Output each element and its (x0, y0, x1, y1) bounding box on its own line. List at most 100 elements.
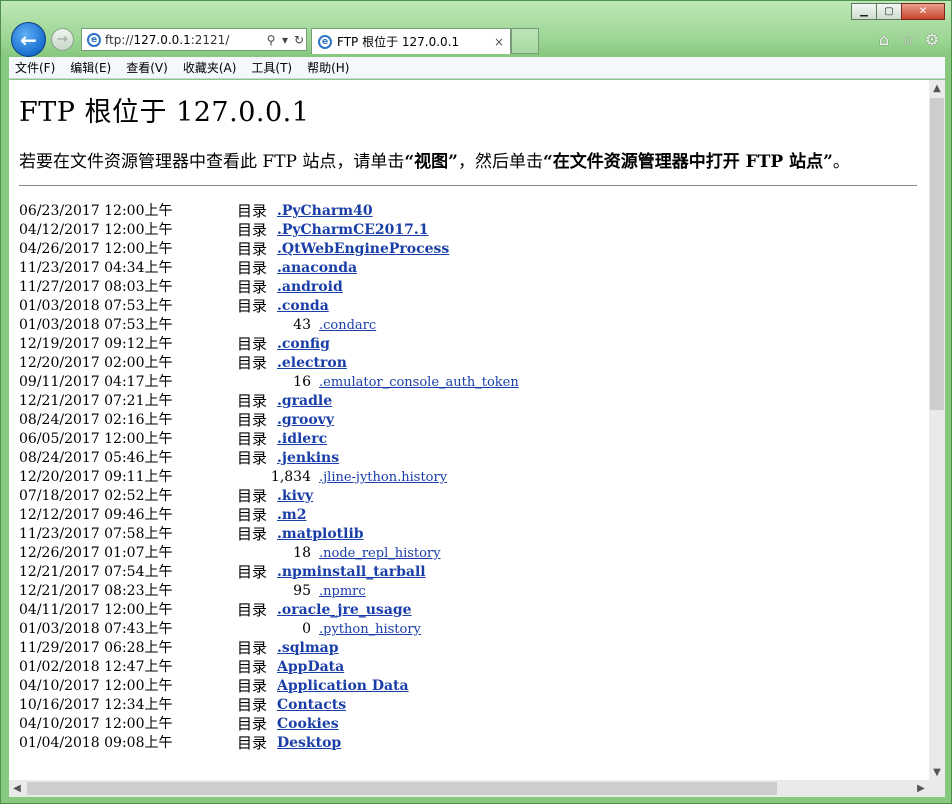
page-description: 若要在文件资源管理器中查看此 FTP 站点，请单击“视图”，然后单击“在文件资源… (19, 152, 850, 172)
new-tab-button[interactable] (511, 28, 539, 54)
listing-size: 18 (293, 545, 311, 561)
folder-link[interactable]: .PyCharmCE2017.1 (277, 221, 429, 240)
listing-dir-label: 目录 (237, 525, 268, 543)
chevron-down-icon[interactable]: ▾ (278, 33, 292, 47)
window-controls: ▁ ▢ ✕ (851, 3, 945, 20)
folder-link[interactable]: Application Data (277, 677, 409, 696)
minimize-button[interactable]: ▁ (851, 3, 877, 20)
folder-link[interactable]: .sqlmap (277, 639, 339, 658)
listing-dir-label: 目录 (237, 240, 268, 258)
folder-link[interactable]: .kivy (277, 487, 313, 506)
folder-link[interactable]: .QtWebEngineProcess (277, 240, 449, 259)
listing-date: 12/20/2017 02:00上午 (19, 355, 173, 371)
folder-link[interactable]: .npminstall_tarball (277, 563, 426, 582)
folder-link[interactable]: .jenkins (277, 449, 339, 468)
listing-date: 12/26/2017 01:07上午 (19, 545, 173, 561)
directory-listing: 06/23/2017 12:00上午 目录 .PyCharm40 04/12/2017… (19, 202, 929, 753)
folder-link[interactable]: Contacts (277, 696, 346, 715)
listing-dir-label: 目录 (237, 411, 268, 429)
address-url[interactable]: ftp://127.0.0.1:2121/ (105, 33, 264, 47)
listing-date: 08/24/2017 02:16上午 (19, 412, 173, 428)
folder-link[interactable]: Cookies (277, 715, 339, 734)
listing-date: 07/18/2017 02:52上午 (19, 488, 173, 504)
folder-link[interactable]: .oracle_jre_usage (277, 601, 412, 620)
folder-link[interactable]: .groovy (277, 411, 334, 430)
arrow-right-icon: → (57, 32, 68, 47)
listing-row: 08/24/2017 05:46上午 目录 .jenkins (19, 449, 929, 468)
menu-tools[interactable]: 工具(T) (251, 59, 292, 76)
toolbar-icons: ⌂ ☆ ⚙ (875, 30, 941, 49)
listing-row: 07/18/2017 02:52上午 目录 .kivy (19, 487, 929, 506)
address-bar[interactable]: e ftp://127.0.0.1:2121/ ⚲ ▾ ↻ (81, 28, 307, 51)
listing-row: 04/26/2017 12:00上午 目录 .QtWebEngineProcess (19, 240, 929, 259)
scroll-left-icon[interactable]: ◀ (9, 780, 25, 797)
listing-date: 12/12/2017 09:46上午 (19, 507, 173, 523)
folder-link[interactable]: .m2 (277, 506, 306, 525)
folder-link[interactable]: .conda (277, 297, 329, 316)
close-tab-icon[interactable]: × (494, 35, 510, 49)
listing-dir-label: 目录 (237, 430, 268, 448)
file-link[interactable]: .condarc (319, 316, 376, 335)
browser-window: ▁ ▢ ✕ ← → e ftp://127.0.0.1:2121/ ⚲ ▾ ↻ … (0, 0, 952, 804)
listing-row: 12/26/2017 01:07上午 18 .node_repl_history (19, 544, 929, 563)
menu-edit[interactable]: 编辑(E) (70, 59, 111, 76)
tab-title: FTP 根位于 127.0.0.1 (337, 35, 460, 49)
listing-row: 08/24/2017 02:16上午 目录 .groovy (19, 411, 929, 430)
favorites-star-icon[interactable]: ☆ (899, 30, 917, 49)
menu-help[interactable]: 帮助(H) (307, 59, 349, 76)
listing-row: 04/12/2017 12:00上午 目录 .PyCharmCE2017.1 (19, 221, 929, 240)
folder-link[interactable]: .electron (277, 354, 347, 373)
scroll-down-icon[interactable]: ▼ (929, 764, 945, 780)
file-link[interactable]: .npmrc (319, 582, 366, 601)
vertical-scrollbar[interactable]: ▲ ▼ (929, 80, 945, 780)
menu-favorites[interactable]: 收藏夹(A) (183, 59, 237, 76)
listing-dir-label: 目录 (237, 354, 268, 372)
listing-size: 43 (293, 317, 311, 333)
folder-link[interactable]: .android (277, 278, 343, 297)
scroll-up-icon[interactable]: ▲ (929, 80, 945, 96)
folder-link[interactable]: .gradle (277, 392, 332, 411)
listing-dir-label: 目录 (237, 449, 268, 467)
listing-size: 1,834 (270, 469, 311, 485)
folder-link[interactable]: .config (277, 335, 330, 354)
back-button[interactable]: ← (11, 22, 46, 57)
listing-date: 01/03/2018 07:53上午 (19, 298, 173, 314)
listing-dir-label: 目录 (237, 202, 268, 220)
listing-row: 01/04/2018 09:08上午 目录 Desktop (19, 734, 929, 753)
scroll-right-icon[interactable]: ▶ (913, 780, 929, 797)
gear-icon[interactable]: ⚙ (923, 30, 941, 49)
listing-date: 06/23/2017 12:00上午 (19, 203, 173, 219)
file-link[interactable]: .python_history (319, 620, 421, 639)
refresh-icon[interactable]: ↻ (292, 33, 306, 47)
folder-link[interactable]: .anaconda (277, 259, 357, 278)
listing-date: 11/23/2017 04:34上午 (19, 260, 173, 276)
listing-date: 01/04/2018 09:08上午 (19, 735, 173, 751)
listing-row: 12/20/2017 09:11上午 1,834 .jline-jython.his… (19, 468, 929, 487)
menu-view[interactable]: 查看(V) (126, 59, 168, 76)
listing-dir-label: 目录 (237, 601, 268, 619)
tab-ftp-root[interactable]: e FTP 根位于 127.0.0.1 × (311, 28, 511, 54)
listing-date: 12/19/2017 09:12上午 (19, 336, 173, 352)
close-button[interactable]: ✕ (901, 3, 945, 20)
folder-link[interactable]: Desktop (277, 734, 341, 753)
scroll-thumb[interactable] (930, 98, 944, 410)
folder-link[interactable]: AppData (277, 658, 344, 677)
scroll-thumb-horizontal[interactable] (27, 782, 777, 795)
maximize-button[interactable]: ▢ (876, 3, 902, 20)
menu-file[interactable]: 文件(F) (15, 59, 55, 76)
listing-row: 12/12/2017 09:46上午 目录 .m2 (19, 506, 929, 525)
folder-link[interactable]: .PyCharm40 (277, 202, 373, 221)
folder-link[interactable]: .matplotlib (277, 525, 364, 544)
home-icon[interactable]: ⌂ (875, 30, 893, 49)
file-link[interactable]: .emulator_console_auth_token (319, 373, 519, 392)
folder-link[interactable]: .idlerc (277, 430, 327, 449)
listing-row: 12/20/2017 02:00上午 目录 .electron (19, 354, 929, 373)
file-link[interactable]: .jline-jython.history (319, 468, 447, 487)
search-icon[interactable]: ⚲ (264, 33, 278, 47)
listing-row: 04/10/2017 12:00上午 目录 Application Data (19, 677, 929, 696)
horizontal-scrollbar[interactable]: ◀ ▶ (9, 780, 929, 797)
forward-button[interactable]: → (51, 28, 74, 51)
listing-date: 04/10/2017 12:00上午 (19, 716, 173, 732)
file-link[interactable]: .node_repl_history (319, 544, 441, 563)
listing-size: 16 (293, 374, 311, 390)
